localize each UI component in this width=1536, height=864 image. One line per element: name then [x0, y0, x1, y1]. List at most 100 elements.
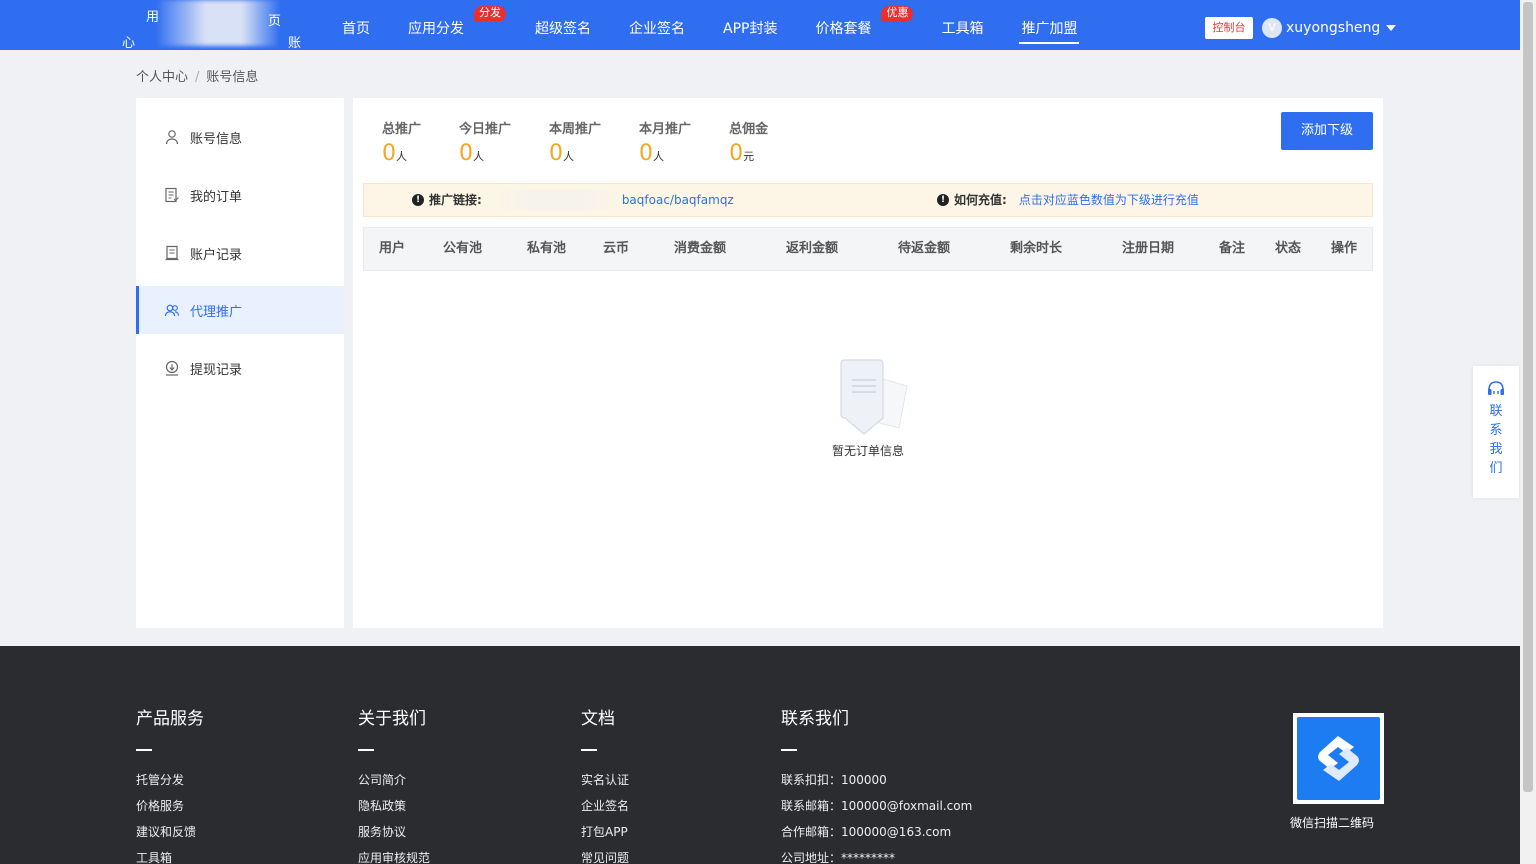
stat-label: 本周推广 [549, 122, 602, 137]
promotion-link[interactable]: baqfoac/baqfamqz [622, 184, 734, 216]
breadcrumb-root[interactable]: 个人中心 [136, 70, 188, 85]
table-header: 用户 公有池 私有池 云币 消费金额 返利金额 待返金额 剩余时长 注册日期 备… [363, 227, 1373, 271]
vertical-scrollbar[interactable] [1520, 0, 1536, 864]
stat-value: 0 [459, 141, 474, 166]
withdraw-icon [165, 360, 179, 376]
footer-link[interactable]: 实名认证 [581, 767, 629, 793]
footer-link[interactable]: 工具箱 [136, 845, 204, 864]
nav-app-wrap[interactable]: APP封装 [711, 0, 789, 50]
column-header: 状态 [1275, 241, 1302, 256]
avatar: V [1262, 18, 1282, 38]
recharge-row: ! 如何充值: 点击对应蓝色数值为下级进行充值 [937, 184, 1199, 216]
nav-label: 价格套餐 [815, 21, 872, 37]
stat-label: 本月推广 [639, 122, 692, 137]
sidebar-item-my-orders[interactable]: 我的订单 [136, 171, 344, 219]
console-button[interactable]: 控制台 [1205, 17, 1253, 39]
main-nav: 首页 应用分发 分发 超级签名 企业签名 APP封装 价格套餐 优惠 工具箱 推广加… [330, 0, 1089, 50]
column-header: 备注 [1219, 241, 1246, 256]
stat-month-promotion: 本月推广 0人 [639, 118, 691, 166]
stat-total-commission: 总佣金 0元 [729, 118, 768, 166]
footer-column-title: 联系我们 [781, 709, 849, 729]
nav-super-sign[interactable]: 超级签名 [523, 0, 603, 50]
footer-divider [781, 749, 797, 751]
contact-email: 联系邮箱：100000@foxmail.com [781, 799, 973, 813]
breadcrumb: 个人中心 / 账号信息 [136, 66, 258, 85]
nav-enterprise-sign[interactable]: 企业签名 [617, 0, 697, 50]
stat-label: 今日推广 [459, 122, 512, 137]
footer-link[interactable]: 企业签名 [581, 793, 629, 819]
footer-link[interactable]: 托管分发 [136, 767, 204, 793]
logo-fragment: 心 [122, 36, 136, 50]
headset-icon [1488, 381, 1504, 395]
nav-pricing[interactable]: 价格套餐 优惠 [803, 0, 914, 50]
top-nav-bar: 心 账 页 用 首页 应用分发 分发 超级签名 企业签名 APP封装 价格套餐 优惠… [0, 0, 1520, 50]
nav-app-distribution[interactable]: 应用分发 分发 [396, 0, 506, 50]
footer-link[interactable]: 常见问题 [581, 845, 629, 864]
stat-today-promotion: 今日推广 0人 [459, 118, 511, 166]
site-logo[interactable]: 心 账 页 用 [118, 0, 313, 50]
contact-char: 联 [1489, 404, 1503, 419]
footer-column-title: 文档 [581, 709, 615, 729]
footer-column-title: 关于我们 [358, 709, 426, 729]
footer-link[interactable]: 服务协议 [358, 819, 430, 845]
info-icon: ! [412, 194, 424, 206]
footer-link[interactable]: 隐私政策 [358, 793, 430, 819]
record-icon [165, 245, 179, 261]
company-address: 公司地址：********* [781, 851, 896, 864]
sidebar-item-label: 账户记录 [190, 247, 243, 263]
sidebar-item-label: 代理推广 [190, 304, 243, 320]
footer-divider [358, 749, 374, 751]
promotion-stats: 总推广 0人 今日推广 0人 本周推广 0人 本月推广 0人 总佣金 0元 [382, 118, 798, 166]
empty-document-icon [840, 359, 908, 435]
business-email: 合作邮箱：100000@163.com [781, 825, 952, 839]
footer-link[interactable]: 应用审核规范 [358, 845, 430, 864]
sidebar-item-account-info[interactable]: 账号信息 [136, 113, 344, 161]
agent-icon [164, 304, 180, 317]
add-subordinate-button[interactable]: 添加下级 [1281, 112, 1373, 150]
footer-link[interactable]: 打包APP [581, 819, 629, 845]
app-logo-icon [1318, 736, 1359, 781]
nav-label: 企业签名 [629, 21, 685, 37]
footer-link[interactable]: 价格服务 [136, 793, 204, 819]
info-icon: ! [937, 194, 949, 206]
promotion-link-row: ! 推广链接: baqfoac/baqfamqz [412, 184, 734, 216]
footer-column-products: 产品服务 托管分发 价格服务 建议和反馈 工具箱 [136, 704, 204, 864]
logo-fragment: 用 [146, 10, 160, 25]
column-header: 待返金额 [898, 241, 951, 256]
nav-toolbox[interactable]: 工具箱 [929, 0, 995, 50]
sidebar-item-account-records[interactable]: 账户记录 [136, 229, 344, 277]
nav-badge: 优惠 [881, 6, 914, 22]
stat-value: 0 [382, 141, 396, 166]
user-menu[interactable]: V xuyongsheng [1262, 17, 1397, 39]
stat-unit: 人 [396, 150, 407, 163]
contact-char: 系 [1489, 423, 1503, 438]
promotion-panel: 总推广 0人 今日推广 0人 本周推广 0人 本月推广 0人 总佣金 0元 添加… [353, 98, 1383, 628]
nav-home[interactable]: 首页 [330, 0, 382, 50]
sidebar-item-agent-promotion[interactable]: 代理推广 [136, 286, 344, 334]
sidebar-item-withdraw-records[interactable]: 提现记录 [136, 344, 344, 392]
footer-divider [581, 749, 597, 751]
column-header: 操作 [1331, 241, 1358, 256]
sidebar-item-label: 提现记录 [190, 362, 243, 378]
stat-value: 0 [729, 141, 744, 166]
contact-char: 我 [1489, 442, 1503, 457]
stat-value: 0 [639, 141, 654, 166]
footer-column-about: 关于我们 公司简介 隐私政策 服务协议 应用审核规范 [358, 704, 430, 864]
empty-state: 暂无订单信息 [823, 356, 913, 459]
footer-column-title: 产品服务 [136, 709, 204, 729]
footer-divider [136, 749, 152, 751]
nav-label: 应用分发 [408, 21, 464, 37]
contact-us-float[interactable]: 联 系 我 们 [1473, 366, 1519, 498]
column-header: 用户 [379, 241, 406, 256]
nav-affiliate[interactable]: 推广加盟 [1009, 0, 1089, 50]
recharge-help-link[interactable]: 点击对应蓝色数值为下级进行充值 [1019, 184, 1199, 216]
promotion-notice: ! 推广链接: baqfoac/baqfamqz ! 如何充值: 点击对应蓝色数… [363, 183, 1373, 217]
nav-label: APP封装 [723, 21, 778, 37]
scrollbar-thumb[interactable] [1523, 2, 1533, 792]
footer-link[interactable]: 公司简介 [358, 767, 430, 793]
recharge-label: 如何充值: [954, 193, 1007, 207]
nav-label: 超级签名 [535, 21, 591, 37]
stat-unit: 人 [473, 150, 485, 163]
stat-unit: 人 [563, 150, 575, 163]
footer-link[interactable]: 建议和反馈 [136, 819, 204, 845]
